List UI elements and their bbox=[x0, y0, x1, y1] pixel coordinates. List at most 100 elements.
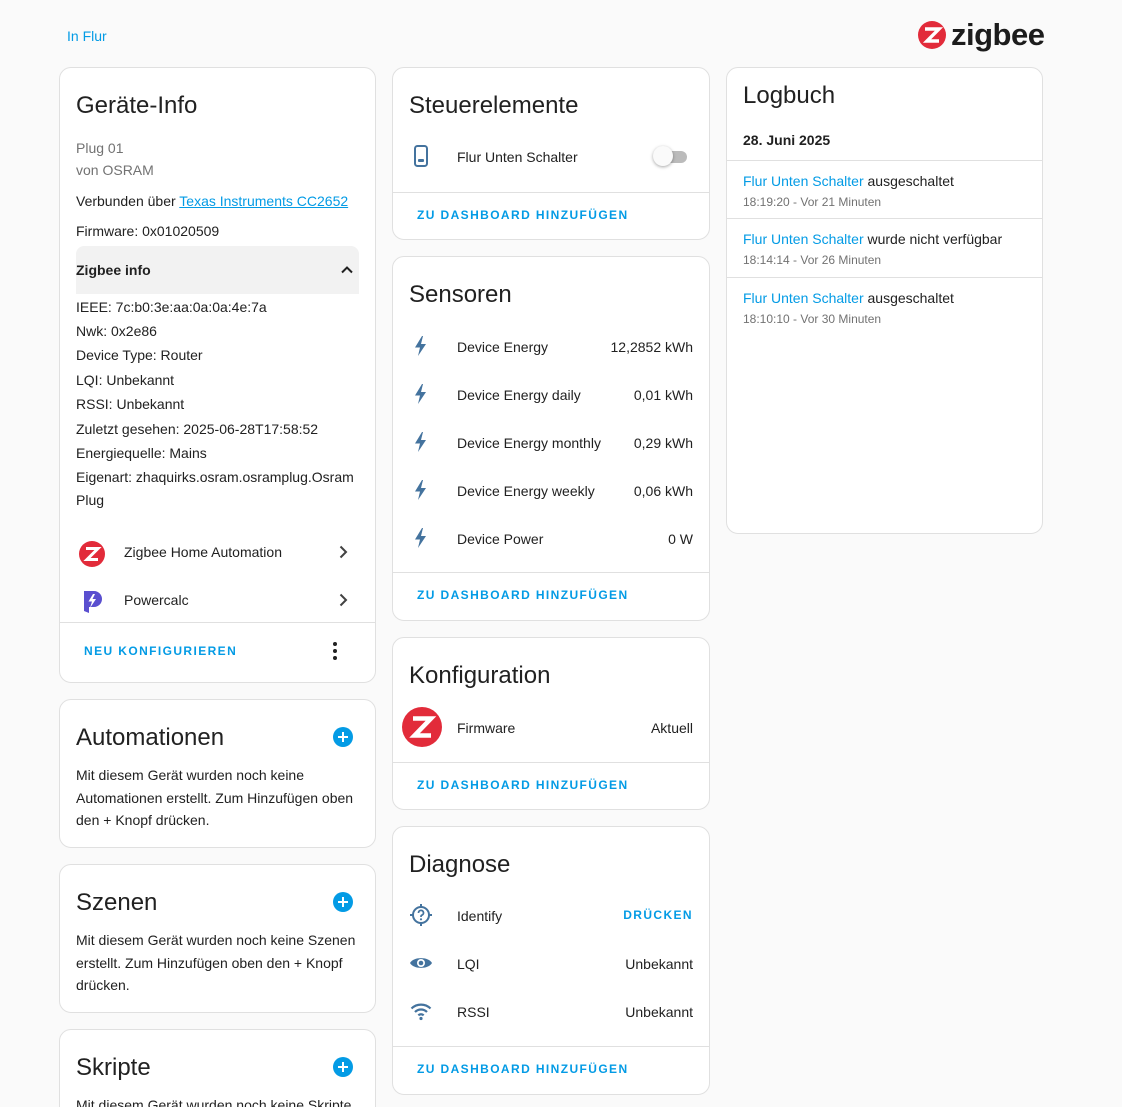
logbook-entry: Flur Unten Schalter ausgeschaltet 18:19:… bbox=[727, 160, 1042, 218]
chevron-right-icon bbox=[339, 593, 348, 607]
sensor-name: Device Energy weekly bbox=[457, 483, 595, 499]
flash-icon bbox=[415, 336, 426, 356]
reconfigure-button[interactable]: NEU KONFIGURIEREN bbox=[84, 644, 237, 658]
sensor-row[interactable]: Device Energy monthly 0,29 kWh bbox=[393, 418, 709, 466]
top-bar: In Flur zigbee bbox=[0, 0, 1122, 60]
entity-row-switch[interactable]: Flur Unten Schalter bbox=[393, 132, 709, 180]
card-title: Skripte bbox=[76, 1054, 151, 1081]
zigbee-power-source: Energiequelle: Mains bbox=[76, 445, 207, 461]
sensor-row[interactable]: Device Energy 12,2852 kWh bbox=[393, 322, 709, 370]
card-title: Sensoren bbox=[409, 281, 512, 308]
sensor-row[interactable]: Device Energy daily 0,01 kWh bbox=[393, 370, 709, 418]
device-info-card: Geräte-Info Plug 01 von OSRAM Verbunden … bbox=[59, 67, 376, 683]
logbook-entry: Flur Unten Schalter ausgeschaltet 18:10:… bbox=[727, 277, 1042, 335]
flash-icon bbox=[415, 384, 426, 404]
entity-name: RSSI bbox=[457, 1004, 490, 1020]
logbook-entity-link[interactable]: Flur Unten Schalter bbox=[743, 231, 864, 247]
logbook-message: Flur Unten Schalter ausgeschaltet bbox=[743, 290, 954, 306]
flash-icon bbox=[415, 432, 426, 452]
sensors-card: Sensoren Device Energy 12,2852 kWh Devic… bbox=[392, 256, 710, 621]
firmware-line: Firmware: 0x01020509 bbox=[76, 223, 220, 239]
integration-powercalc[interactable]: Powercalc bbox=[60, 576, 375, 624]
sensor-name: Device Energy bbox=[457, 339, 549, 355]
lqi-row[interactable]: LQI Unbekannt bbox=[393, 939, 709, 987]
zigbee-quirk: Eigenart: zhaquirks.osram.osramplug.Osra… bbox=[76, 469, 354, 508]
controls-actions: ZU DASHBOARD HINZUFÜGEN bbox=[393, 192, 709, 239]
sensor-value: 0,29 kWh bbox=[633, 435, 693, 451]
entity-name: Firmware bbox=[457, 720, 516, 736]
configuration-card: Konfiguration Firmware Aktuell ZU DASHBO… bbox=[392, 637, 710, 810]
powercalc-logo-icon bbox=[84, 591, 102, 613]
firmware-update-row[interactable]: Firmware Aktuell bbox=[393, 703, 709, 751]
logbook-entity-link[interactable]: Flur Unten Schalter bbox=[743, 290, 864, 306]
integration-zha[interactable]: Zigbee Home Automation bbox=[60, 528, 375, 576]
logbook-entity-link[interactable]: Flur Unten Schalter bbox=[743, 173, 864, 189]
logbook-event: ausgeschaltet bbox=[863, 290, 954, 306]
diagnostics-actions: ZU DASHBOARD HINZUFÜGEN bbox=[393, 1046, 709, 1094]
add-script-button[interactable] bbox=[333, 1057, 353, 1077]
zigbee-info-title: Zigbee info bbox=[76, 262, 151, 278]
device-manufacturer: von OSRAM bbox=[76, 162, 154, 178]
more-options-icon[interactable] bbox=[327, 641, 343, 661]
area-link[interactable]: In Flur bbox=[67, 28, 107, 44]
add-scene-button[interactable] bbox=[333, 892, 353, 912]
scripts-card: Skripte Mit diesem Gerät wurden noch kei… bbox=[59, 1029, 376, 1107]
zigbee-device-type: Device Type: Router bbox=[76, 347, 203, 363]
zigbee-brand: zigbee bbox=[917, 17, 1045, 52]
controls-card: Steuerelemente Flur Unten Schalter ZU DA… bbox=[392, 67, 710, 240]
add-automation-button[interactable] bbox=[333, 727, 353, 747]
rssi-value: Unbekannt bbox=[625, 1004, 693, 1020]
add-to-dashboard-button[interactable]: ZU DASHBOARD HINZUFÜGEN bbox=[417, 778, 629, 792]
lqi-value: Unbekannt bbox=[625, 956, 693, 972]
cellphone-icon bbox=[414, 145, 428, 167]
identify-press-button[interactable]: DRÜCKEN bbox=[623, 908, 693, 922]
logbook-time: 18:14:14 - Vor 26 Minuten bbox=[743, 253, 882, 267]
sensors-actions: ZU DASHBOARD HINZUFÜGEN bbox=[393, 572, 709, 620]
configuration-actions: ZU DASHBOARD HINZUFÜGEN bbox=[393, 762, 709, 809]
device-actions: NEU KONFIGURIEREN bbox=[60, 622, 375, 682]
sensor-name: Device Power bbox=[457, 531, 544, 547]
brand-name: zigbee bbox=[951, 17, 1045, 52]
sensor-row[interactable]: Device Power 0 W bbox=[393, 514, 709, 562]
coordinator-link[interactable]: Texas Instruments CC2652 bbox=[179, 193, 348, 209]
eye-icon bbox=[410, 958, 432, 968]
integration-label: Powercalc bbox=[124, 592, 189, 608]
add-to-dashboard-button[interactable]: ZU DASHBOARD HINZUFÜGEN bbox=[417, 1062, 629, 1076]
connected-prefix: Verbunden über bbox=[76, 193, 180, 209]
scenes-empty-text: Mit diesem Gerät wurden noch keine Szene… bbox=[76, 932, 356, 993]
entity-name: LQI bbox=[457, 956, 480, 972]
sensor-value: 0,06 kWh bbox=[633, 483, 693, 499]
entity-name: Flur Unten Schalter bbox=[457, 149, 578, 165]
scenes-card: Szenen Mit diesem Gerät wurden noch kein… bbox=[59, 864, 376, 1013]
sensor-value: 12,2852 kWh bbox=[610, 339, 694, 355]
zigbee-lqi: LQI: Unbekannt bbox=[76, 372, 175, 388]
sensor-value: 0 W bbox=[668, 531, 693, 547]
diagnostics-card: Diagnose Identify DRÜCKEN LQI Unbekannt … bbox=[392, 826, 710, 1095]
wifi-icon bbox=[410, 1003, 432, 1021]
add-to-dashboard-button[interactable]: ZU DASHBOARD HINZUFÜGEN bbox=[417, 208, 629, 222]
scripts-empty-text: Mit diesem Gerät wurden noch keine Skrip… bbox=[76, 1097, 352, 1107]
zigbee-logo-icon bbox=[79, 541, 105, 567]
logbook-message: Flur Unten Schalter ausgeschaltet bbox=[743, 173, 954, 189]
logbook-date: 28. Juni 2025 bbox=[743, 132, 831, 148]
logbook-event: wurde nicht verfügbar bbox=[863, 231, 1003, 247]
zigbee-last-seen: Zuletzt gesehen: 2025-06-28T17:58:52 bbox=[76, 421, 319, 437]
firmware-status: Aktuell bbox=[650, 720, 693, 736]
automations-card: Automationen Mit diesem Gerät wurden noc… bbox=[59, 699, 376, 848]
automations-empty-text: Mit diesem Gerät wurden noch keine Autom… bbox=[76, 767, 354, 828]
rssi-row[interactable]: RSSI Unbekannt bbox=[393, 987, 709, 1035]
add-to-dashboard-button[interactable]: ZU DASHBOARD HINZUFÜGEN bbox=[417, 588, 629, 602]
entity-name: Identify bbox=[457, 908, 503, 924]
card-title: Szenen bbox=[76, 889, 158, 916]
logbook-card: Logbuch 28. Juni 2025 Flur Unten Schalte… bbox=[726, 67, 1043, 534]
sensor-name: Device Energy daily bbox=[457, 387, 581, 403]
flash-icon bbox=[415, 528, 426, 548]
logbook-time: 18:19:20 - Vor 21 Minuten bbox=[743, 195, 882, 209]
zigbee-ieee: IEEE: 7c:b0:3e:aa:0a:0a:4e:7a bbox=[76, 299, 267, 315]
logbook-event: ausgeschaltet bbox=[863, 173, 954, 189]
sensor-value: 0,01 kWh bbox=[633, 387, 693, 403]
zigbee-info-expander[interactable]: Zigbee info bbox=[76, 246, 359, 294]
sensor-row[interactable]: Device Energy weekly 0,06 kWh bbox=[393, 466, 709, 514]
switch-toggle[interactable] bbox=[653, 146, 689, 166]
logbook-entry: Flur Unten Schalter wurde nicht verfügba… bbox=[727, 218, 1042, 276]
